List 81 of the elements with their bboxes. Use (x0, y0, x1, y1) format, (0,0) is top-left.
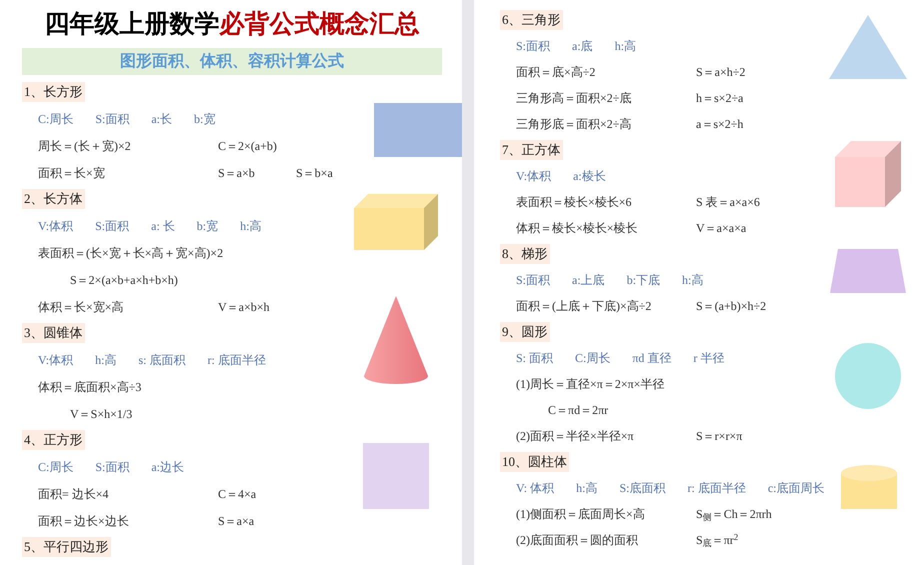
formula-text: C＝πd＝2πr (548, 402, 608, 419)
formula-text: 体积＝棱长×棱长×棱长 (516, 220, 639, 237)
section-heading: 2、长方体 (22, 189, 84, 209)
variable-legend: b:下底 (626, 271, 660, 289)
formula-text: C＝2×(a+b) (218, 138, 278, 154)
formula-text: 表面积＝(长×宽＋长×高＋宽×高)×2 (38, 244, 224, 262)
section-heading: 5、平行四边形 (22, 537, 110, 557)
variable-legend: S:面积 (516, 271, 550, 289)
section-heading: 4、正方形 (22, 430, 84, 450)
formula-text: V＝S×h×1/3 (70, 406, 132, 422)
variable-legend: C:周长 (38, 458, 74, 476)
section-heading: 9、圆形 (500, 322, 550, 342)
variable-legend: a:长 (151, 110, 172, 128)
variable-legend: h:高 (95, 350, 116, 368)
formula-text: 面积＝底×高÷2 (516, 64, 596, 81)
variable-legend: C:周长 (38, 110, 74, 128)
variable-legend: h:高 (240, 216, 262, 234)
formula-text: h＝s×2÷a (696, 90, 744, 107)
variable-legend: S:面积 (516, 37, 550, 55)
variable-legend: h:高 (614, 37, 636, 55)
variable-legend: C:周长 (575, 349, 610, 367)
formula-text: 体积＝底面积×高÷3 (38, 378, 142, 396)
formula-text: S 表＝a×a×6 (696, 194, 761, 211)
section-heading: 8、梯形 (500, 244, 550, 264)
section-heading: 6、三角形 (500, 10, 562, 30)
variable-legend: a:边长 (151, 458, 184, 476)
formula-text: 体积＝长×宽×高 (38, 298, 125, 316)
formula-text: 三角形底＝面积×2÷高 (516, 116, 632, 133)
formula-text: S＝2×(a×b+a×h+b×h) (70, 272, 178, 288)
variable-legend: r: 底面半径 (687, 479, 746, 497)
formula-text: 面积＝边长×边长 (38, 512, 130, 530)
formula-text: 面积＝长×宽 (38, 164, 106, 182)
section-heading: 7、正方体 (500, 140, 562, 160)
formula-text: S＝r×r×π (696, 428, 744, 445)
formula-text: C＝4×a (218, 486, 258, 502)
variable-legend: S: 面积 (516, 349, 554, 367)
section-banner: 图形面积、体积、容积计算公式 (22, 48, 442, 75)
variable-legend: a:上底 (572, 271, 605, 289)
variable-legend: r: 底面半径 (207, 350, 266, 368)
variable-legend: S:面积 (95, 216, 130, 234)
variable-legend: S:面积 (95, 110, 130, 128)
formula-text: 三角形高＝面积×2÷底 (516, 90, 632, 107)
variable-legend: s: 底面积 (138, 350, 186, 368)
formula-text: S$_{底}$＝πr$^{2}$ (696, 531, 740, 549)
variable-legend: h:高 (682, 271, 704, 289)
formula-text: (1)侧面积＝底面周长×高 (516, 506, 646, 523)
formula-text: S＝a×h÷2 (696, 64, 746, 81)
formula-text: (2)底面面积＝圆的面积 (516, 532, 639, 549)
page-title: 四年级上册数学必背公式概念汇总 (44, 8, 420, 40)
formula-text: V＝a×b×h (218, 298, 271, 316)
variable-legend: S:面积 (95, 458, 130, 476)
variable-legend: b:宽 (196, 216, 218, 234)
formula-text: S＝a×a (218, 512, 256, 530)
variable-legend: c:底面周长 (768, 479, 824, 497)
formula-text: 面积＝(上底＋下底)×高÷2 (516, 298, 652, 315)
variable-legend: V:体积 (38, 350, 74, 368)
formula-text: (2)面积＝半径×半径×π (516, 428, 635, 445)
formula-text: V＝a×a×a (696, 220, 748, 237)
variable-legend: V:体积 (38, 216, 74, 234)
variable-legend: πd 直径 (632, 349, 672, 367)
section-heading: 1、长方形 (22, 82, 84, 102)
formula-text: 面积= 边长×4 (38, 486, 110, 502)
variable-legend: h:高 (576, 479, 598, 497)
variable-legend: S:底面积 (619, 479, 666, 497)
formula-text: 表面积＝棱长×棱长×6 (516, 194, 633, 211)
variable-legend: a:棱长 (573, 167, 606, 185)
formula-text: a＝s×2÷h (696, 116, 744, 133)
formula-text: (1)周长＝直径×π＝2×π×半径 (516, 376, 664, 393)
variable-legend: r 半径 (693, 349, 724, 367)
formula-text: S＝a×b (218, 164, 256, 182)
formula-text: 周长＝(长＋宽)×2 (38, 138, 132, 154)
variable-legend: a:底 (572, 37, 593, 55)
formula-text: S$_{侧}$＝Ch＝2πrh (696, 506, 773, 523)
formula-text: S＝(a+b)×h÷2 (696, 298, 768, 315)
variable-legend: a: 长 (151, 216, 175, 234)
variable-legend: V: 体积 (516, 479, 554, 497)
variable-legend: V:体积 (516, 167, 552, 185)
section-heading: 3、圆锥体 (22, 323, 84, 343)
section-heading: 10、圆柱体 (500, 452, 569, 472)
formula-text: S＝b×a (296, 164, 334, 182)
variable-legend: b:宽 (194, 110, 216, 128)
